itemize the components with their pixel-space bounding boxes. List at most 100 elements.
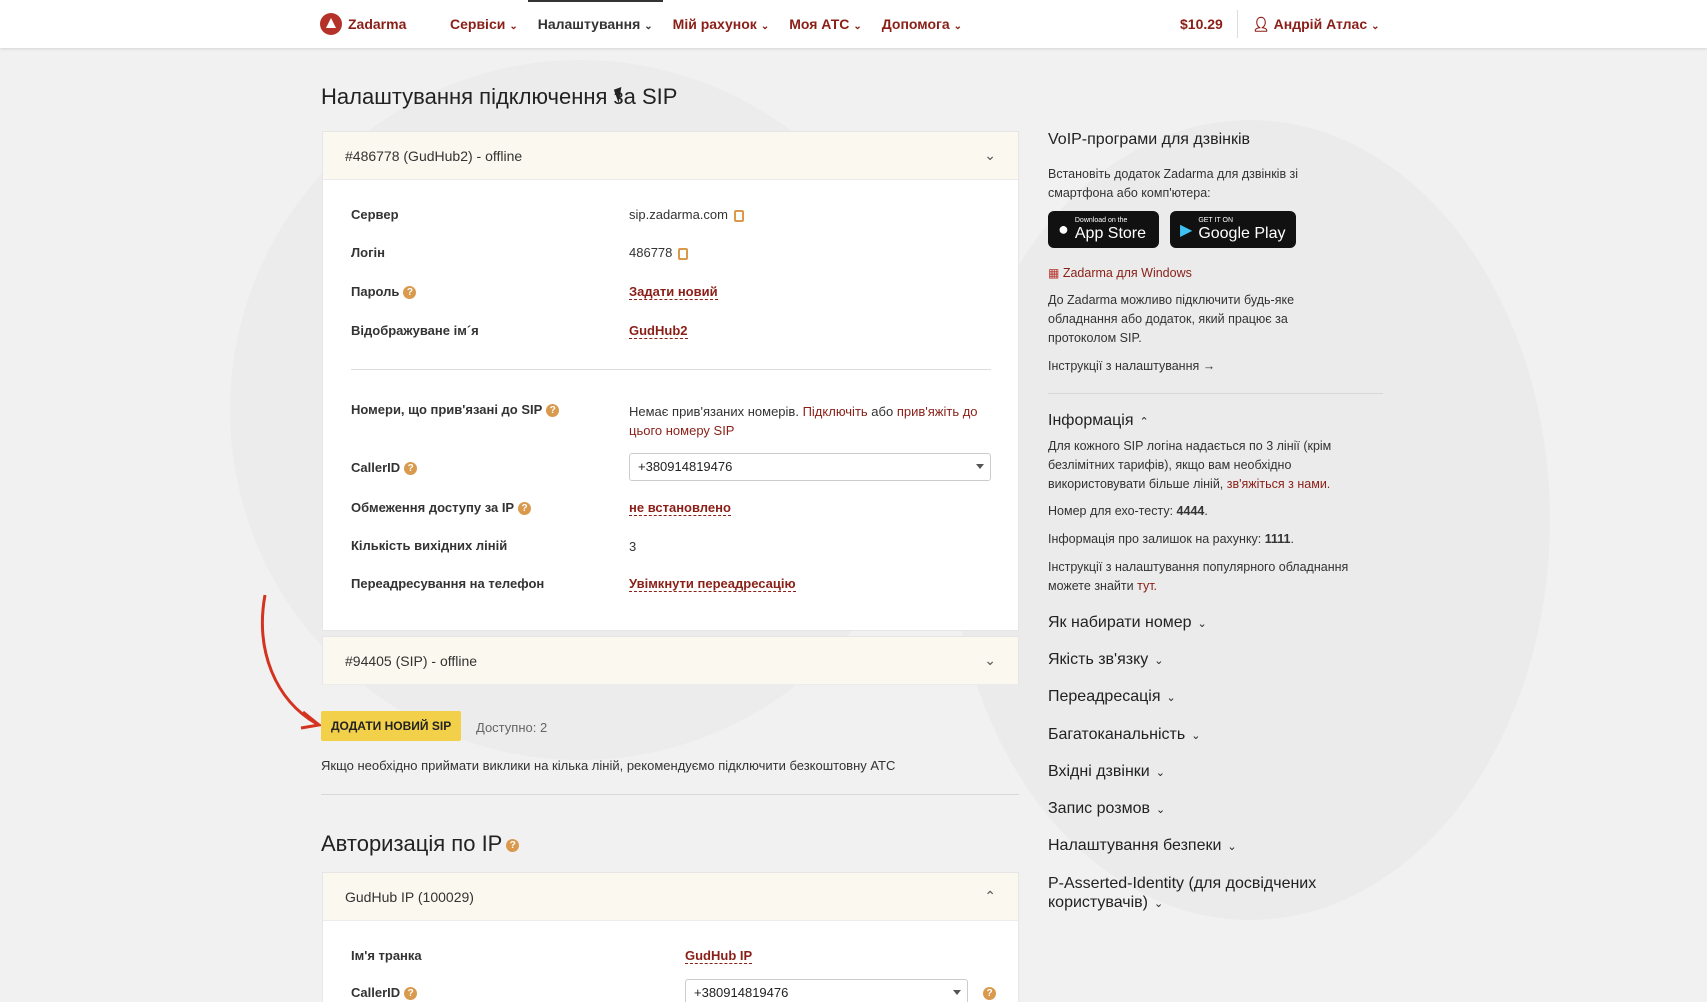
divider (1237, 10, 1238, 38)
help-icon[interactable]: ? (506, 838, 520, 852)
accordion-how-to-dial[interactable]: Як набирати номер ⌄ (1048, 614, 1207, 632)
zadarma-logo[interactable]: Zadarma (320, 13, 406, 35)
divider (1048, 393, 1383, 394)
nav-help[interactable]: Допомога ⌄ (872, 0, 972, 48)
chevron-down-icon: ⌄ (984, 652, 996, 668)
outgoing-lines-value: 3 (629, 539, 637, 554)
set-password-link[interactable]: Задати новий (629, 284, 718, 300)
caret-down-icon (953, 990, 961, 995)
chevron-down-icon: ⌄ (644, 21, 653, 32)
user-icon: 👤︎ (1252, 16, 1270, 32)
display-name-link[interactable]: GudHub2 (629, 323, 688, 339)
zadarma-logo-icon (320, 13, 342, 35)
ip-trunk-header[interactable]: GudHub IP (100029) ⌃ (323, 873, 1018, 921)
multi-line-hint: Якщо необхідно приймати виклики на кільк… (321, 758, 896, 773)
ip-trunk-title: GudHub IP (100029) (345, 888, 474, 905)
help-icon[interactable]: ? (546, 404, 560, 418)
chevron-down-icon: ⌄ (1154, 898, 1164, 910)
accordion-incoming-calls[interactable]: Вхідні дзвінки ⌄ (1048, 763, 1165, 781)
linked-numbers-label: Номери, що прив'язані до SIP? (351, 402, 560, 418)
setup-instructions-link[interactable]: Інструкції з налаштування → (1048, 357, 1215, 376)
trunk-name-link[interactable]: GudHub IP (685, 948, 753, 964)
accordion-call-recording[interactable]: Запис розмов ⌄ (1048, 800, 1165, 818)
copy-icon[interactable] (678, 247, 689, 260)
ip-restriction-label: Обмеження доступу за IP? (351, 500, 532, 516)
info-heading[interactable]: Інформація ⌃ (1048, 412, 1149, 430)
nav-my-pbx[interactable]: Моя АТС ⌄ (779, 0, 872, 48)
divider (351, 369, 991, 370)
chevron-down-icon: ⌄ (953, 21, 963, 32)
help-icon[interactable]: ? (983, 987, 996, 1000)
google-play-icon: ▶ (1180, 221, 1193, 239)
contact-us-link[interactable]: зв'яжіться з нами. (1227, 477, 1331, 491)
help-icon[interactable]: ? (404, 987, 418, 1001)
display-name-label: Відображуване ім´я (351, 323, 479, 338)
sip-card-title: #94405 (SIP) - offline (345, 652, 478, 669)
login-label: Логін (351, 245, 385, 260)
server-value: sip.zadarma.com (629, 207, 744, 222)
chevron-up-icon: ⌃ (984, 888, 996, 904)
sip-card-header[interactable]: #94405 (SIP) - offline ⌄ (323, 637, 1018, 685)
google-play-badge[interactable]: ▶ GET IT ON Google Play (1170, 211, 1296, 248)
chevron-down-icon: ⌄ (1197, 618, 1207, 630)
chevron-down-icon: ⌄ (1155, 767, 1165, 779)
chevron-down-icon: ⌄ (509, 21, 518, 32)
help-icon[interactable]: ? (518, 502, 532, 516)
chevron-down-icon: ⌄ (984, 147, 996, 163)
app-store-badge[interactable]: ● Download on the App Store (1048, 211, 1159, 248)
copy-icon[interactable] (733, 209, 744, 222)
chevron-down-icon: ⌄ (853, 21, 862, 32)
ip-restriction-link[interactable]: не встановлено (629, 500, 731, 516)
logo-text: Zadarma (348, 16, 407, 32)
server-label: Сервер (351, 207, 399, 222)
here-link[interactable]: тут. (1137, 579, 1157, 593)
main-nav: Сервіси ⌄ Налаштування ⌄ Мій рахунок ⌄ Моя … (440, 0, 972, 48)
add-new-sip-button[interactable]: ДОДАТИ НОВИЙ SIP (321, 711, 462, 741)
accordion-multichannel[interactable]: Багатоканальність ⌄ (1048, 726, 1200, 744)
trunk-name-label: Ім'я транка (351, 948, 422, 963)
annotation-arrow-icon (260, 594, 323, 730)
chevron-down-icon: ⌄ (1227, 841, 1237, 853)
help-icon[interactable]: ? (404, 462, 418, 476)
nav-settings[interactable]: Налаштування ⌄ (527, 0, 663, 48)
callerid-select[interactable]: +380914819476 (629, 453, 991, 481)
sip-card-header[interactable]: #486778 (GudHub2) - offline ⌄ (323, 132, 1018, 180)
chevron-down-icon: ⌄ (1154, 655, 1164, 667)
accordion-forwarding[interactable]: Переадресація ⌄ (1048, 688, 1176, 706)
ip-trunk-card: GudHub IP (100029) ⌃ Ім'я транка GudHub … (322, 872, 1019, 1002)
nav-services[interactable]: Сервіси ⌄ (440, 0, 528, 48)
ip-callerid-label: CallerID? (351, 985, 418, 1001)
sip-compat-text: До Zadarma можливо підключити будь-яке о… (1048, 293, 1295, 345)
sip-card-486778: #486778 (GudHub2) - offline ⌄ Сервер sip… (322, 131, 1019, 631)
windows-icon: ▦ (1048, 266, 1060, 280)
voip-apps-title: VoIP-програми для дзвінків (1048, 131, 1251, 148)
ip-callerid-select[interactable]: +380914819476 (685, 979, 968, 1002)
info-text: Для кожного SIP логіна надається по 3 лі… (1048, 439, 1332, 491)
nav-my-account[interactable]: Мій рахунок ⌄ (663, 0, 780, 48)
connect-number-link[interactable]: Підключіть (803, 404, 868, 419)
user-menu[interactable]: 👤︎ Андрій Атлас ⌄ (1252, 16, 1380, 33)
equipment-instructions-text: Інструкції з налаштування популярного об… (1048, 560, 1349, 593)
balance-info-text: Інформація про залишок на рахунку: 1111. (1048, 532, 1294, 546)
help-icon[interactable]: ? (403, 286, 417, 300)
echo-test-text: Номер для ехо-тесту: 4444. (1048, 504, 1208, 518)
chevron-up-icon: ⌃ (1139, 416, 1149, 428)
accordion-p-asserted-identity[interactable]: P-Asserted-Identity (для досвідчених кор… (1048, 874, 1348, 914)
enable-forwarding-link[interactable]: Увімкнути переадресацію (629, 576, 796, 592)
windows-link[interactable]: ▦ Zadarma для Windows (1048, 264, 1192, 283)
chevron-down-icon: ⌄ (1155, 804, 1166, 816)
apple-icon: ● (1058, 219, 1069, 239)
account-balance[interactable]: $10.29 (1180, 16, 1223, 32)
sip-card-94405: #94405 (SIP) - offline ⌄ (322, 636, 1019, 685)
accordion-call-quality[interactable]: Якість зв'язку ⌄ (1048, 651, 1164, 669)
chevron-down-icon: ⌄ (1191, 730, 1201, 742)
chevron-down-icon: ⌄ (1166, 692, 1176, 704)
forwarding-label: Переадресування на телефон (351, 576, 545, 591)
available-count: Доступно: 2 (476, 720, 548, 735)
chevron-down-icon: ⌄ (1371, 21, 1380, 32)
login-value: 486778 (629, 245, 689, 260)
callerid-label: CallerID? (351, 460, 418, 476)
password-label: Пароль? (351, 284, 417, 300)
accordion-security[interactable]: Налаштування безпеки ⌄ (1048, 837, 1237, 855)
ip-auth-title: Авторизація по IP? (321, 831, 520, 857)
